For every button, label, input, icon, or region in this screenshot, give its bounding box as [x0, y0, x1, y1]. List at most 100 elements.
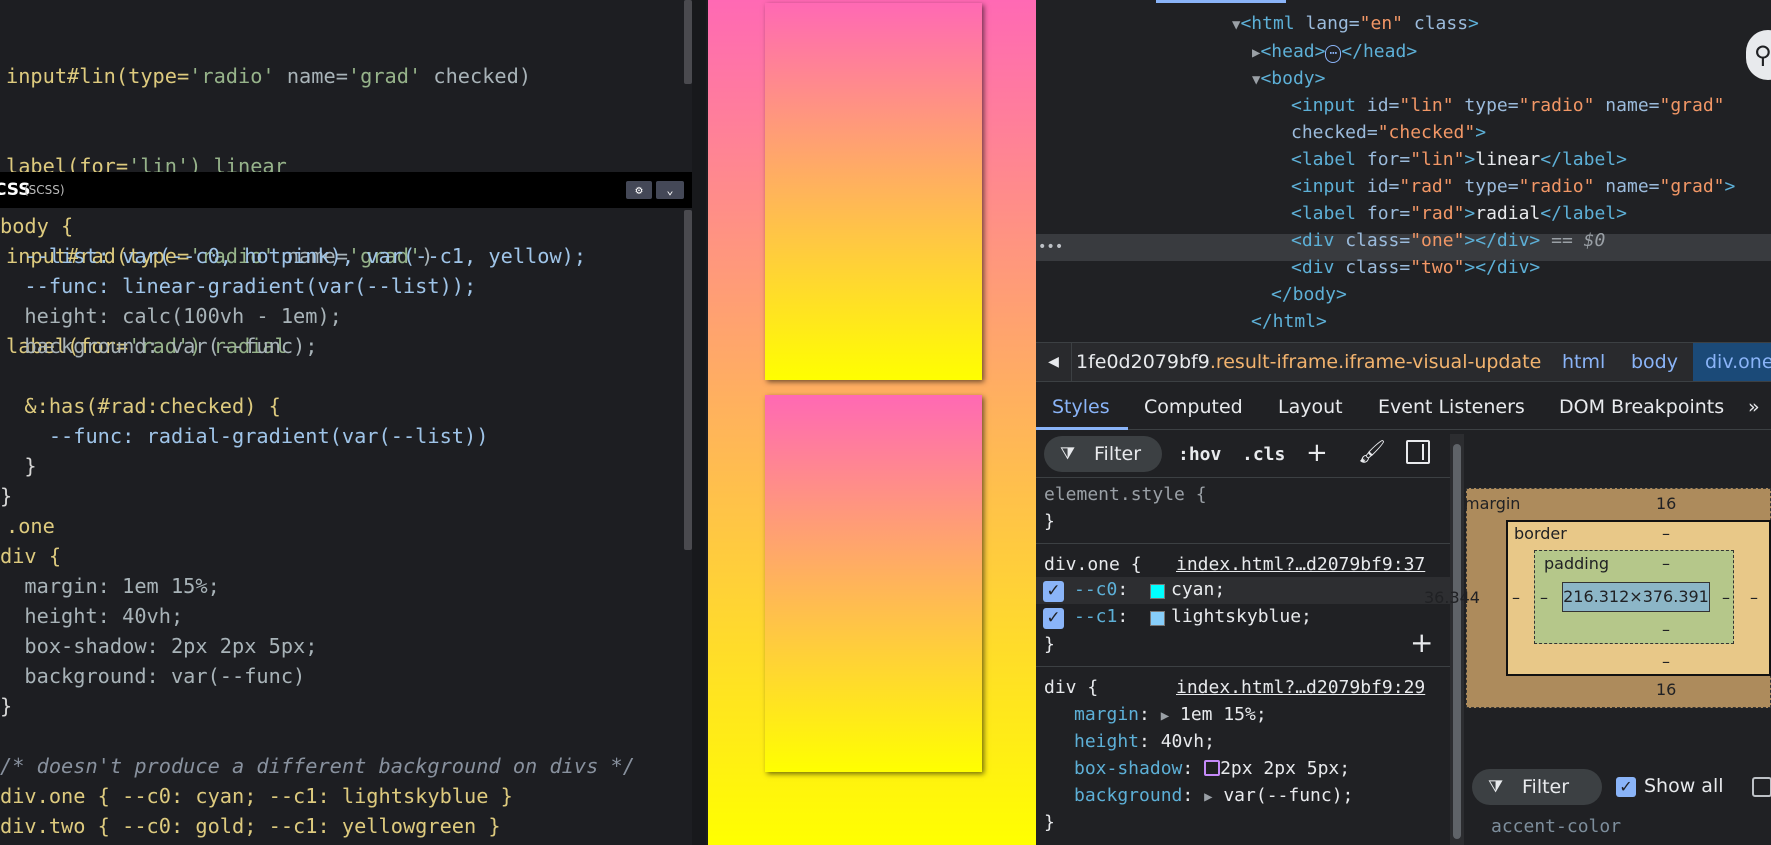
declaration-checkbox[interactable]: ✓: [1043, 608, 1064, 629]
tab-event-listeners[interactable]: Event Listeners: [1378, 396, 1525, 418]
breadcrumb-html[interactable]: html: [1562, 351, 1605, 373]
tab-layout[interactable]: Layout: [1278, 396, 1343, 418]
dom-node-div-one[interactable]: <div class="one"></div> == $0: [1291, 227, 1605, 254]
computed-toolbar: ⧩ Filter ✓ Show all: [1466, 765, 1771, 809]
breadcrumb-body[interactable]: body: [1631, 351, 1678, 373]
dom-node-label-rad[interactable]: <label for="rad">radial</label>: [1291, 200, 1627, 227]
chevron-down-icon[interactable]: ⌄: [656, 181, 684, 199]
padding-left-value[interactable]: –: [1540, 588, 1548, 607]
dom-node-html[interactable]: ▼<html lang="en" class>: [1232, 10, 1479, 39]
pane-resizer[interactable]: [692, 0, 706, 845]
code-line: }: [0, 694, 13, 718]
border-top-value[interactable]: –: [1662, 524, 1670, 543]
dom-node-body[interactable]: ▼<body>: [1252, 65, 1325, 94]
show-all-label: Show all: [1644, 775, 1724, 797]
styles-filter-input[interactable]: ⧩ Filter: [1044, 436, 1162, 472]
source-link[interactable]: index.html?…d2079bf9:29: [1176, 677, 1425, 698]
more-tabs-icon[interactable]: »: [1748, 396, 1760, 418]
paint-brush-icon[interactable]: 🖌︎: [1358, 440, 1386, 465]
add-declaration-icon[interactable]: +: [1410, 626, 1433, 659]
computed-property[interactable]: accent-color: [1491, 816, 1621, 837]
border-bottom-value[interactable]: –: [1662, 652, 1670, 671]
padding-top-value[interactable]: –: [1662, 554, 1670, 573]
scss-scrollbar[interactable]: [684, 210, 692, 550]
show-all-checkbox[interactable]: ✓: [1616, 777, 1636, 797]
breadcrumb-div-one[interactable]: div.one: [1693, 343, 1771, 381]
source-link[interactable]: index.html?…d2079bf9:37: [1176, 554, 1425, 575]
code-line: body {: [0, 214, 74, 238]
dom-node-label-lin[interactable]: <label for="lin">linear</label>: [1291, 146, 1627, 173]
box-model-border-label: border: [1514, 524, 1567, 543]
filter-icon: ⧩: [1060, 444, 1076, 464]
padding-right-value[interactable]: –: [1722, 588, 1730, 607]
code-line: --func: linear-gradient(var(--list));: [0, 274, 477, 298]
declaration-c1-value[interactable]: lightskyblue;: [1171, 606, 1312, 627]
box-model-diagram: margin 16 16 36.344 border – – – – paddi…: [1424, 488, 1771, 708]
color-swatch-lightskyblue[interactable]: [1150, 611, 1165, 626]
code-line: div.two { --c0: gold; --c1: yellowgreen …: [0, 814, 501, 838]
box-model-content[interactable]: 216.312×376.391: [1562, 582, 1710, 612]
color-swatch-cyan[interactable]: [1150, 584, 1165, 599]
margin-bottom-value[interactable]: 16: [1656, 680, 1676, 699]
dom-node-input-lin[interactable]: <input id="lin" type="radio" name="grad": [1291, 92, 1725, 119]
dom-node-input-lin-cont[interactable]: checked="checked">: [1291, 119, 1486, 146]
element-style-rule[interactable]: element.style {: [1044, 484, 1207, 505]
code-line: background: var(--func): [0, 664, 306, 688]
styles-scrollbar[interactable]: [1450, 434, 1464, 845]
declaration-checkbox[interactable]: ✓: [1043, 581, 1064, 602]
divider: [1036, 666, 1450, 667]
code-line: box-shadow: 2px 2px 5px;: [0, 634, 318, 658]
dom-node-body-close[interactable]: </body>: [1271, 281, 1347, 308]
tab-computed[interactable]: Computed: [1144, 396, 1243, 418]
declaration-margin[interactable]: margin: ▶ 1em 15%;: [1074, 704, 1267, 725]
expand-triangle-icon: ▶: [1160, 708, 1170, 724]
chevron-left-icon[interactable]: ◀: [1036, 343, 1072, 381]
dom-node-html-close[interactable]: </html>: [1251, 308, 1327, 335]
code-line: }: [0, 484, 13, 508]
cls-button[interactable]: .cls: [1242, 444, 1285, 465]
code-line: &:has(#rad:checked) {: [0, 394, 281, 418]
code-line: height: 40vh;: [0, 604, 184, 628]
rule-selector-div-one[interactable]: div.one {: [1044, 554, 1142, 575]
styles-pane: element.style { } div.one { index.html?……: [1036, 480, 1450, 845]
sidebar-toggle-icon[interactable]: [1406, 440, 1430, 464]
group-checkbox[interactable]: [1752, 777, 1771, 797]
computed-filter-input[interactable]: ⧩ Filter: [1472, 769, 1602, 805]
code-line: --func: radial-gradient(var(--list)): [0, 424, 489, 448]
breadcrumb-frame[interactable]: 1fe0d2079bf9.result-iframe.iframe-visual…: [1076, 351, 1541, 373]
tab-dom-breakpoints[interactable]: DOM Breakpoints: [1559, 396, 1724, 418]
dom-node-head[interactable]: ▶<head> ⋯ </head>: [1252, 38, 1417, 67]
devtools-pane: ••• ▼<html lang="en" class> ▶<head> ⋯ </he…: [1036, 0, 1771, 845]
div-two-preview: [765, 395, 982, 772]
rule-close: }: [1044, 812, 1055, 833]
hov-button[interactable]: :hov: [1178, 444, 1221, 465]
declaration-c0[interactable]: --c0:: [1074, 579, 1128, 600]
new-rule-icon[interactable]: +: [1306, 438, 1328, 468]
rule-close: }: [1044, 634, 1055, 655]
padding-bottom-value[interactable]: –: [1662, 620, 1670, 639]
margin-top-value[interactable]: 16: [1656, 494, 1676, 513]
pug-scrollbar[interactable]: [684, 0, 692, 84]
border-right-value[interactable]: –: [1750, 588, 1758, 607]
declaration-height[interactable]: height: 40vh;: [1074, 731, 1215, 752]
tab-styles[interactable]: Styles: [1052, 396, 1110, 418]
dom-node-div-two[interactable]: <div class="two"></div>: [1291, 254, 1540, 281]
declaration-background[interactable]: background: ▶ var(--func);: [1074, 785, 1353, 806]
div-one-preview: [765, 3, 982, 380]
margin-left-value[interactable]: 36.344: [1424, 588, 1480, 607]
accessibility-icon[interactable]: ⚲: [1746, 30, 1771, 80]
border-left-value[interactable]: –: [1512, 588, 1520, 607]
code-line: /* doesn't produce a different backgroun…: [0, 754, 635, 778]
declaration-box-shadow[interactable]: box-shadow: 2px 2px 5px;: [1074, 758, 1350, 779]
expand-head-button[interactable]: ⋯: [1325, 45, 1342, 63]
dom-node-input-rad[interactable]: <input id="rad" type="radio" name="grad"…: [1291, 173, 1735, 200]
gear-icon[interactable]: ⚙: [626, 181, 652, 199]
scss-panel-subtitle: (SCSS): [24, 183, 65, 197]
code-line: background: var(--func);: [0, 334, 318, 358]
scss-editor[interactable]: body { --list: var(--c0, hotpink), var(-…: [0, 211, 635, 841]
code-line: --list: var(--c0, hotpink), var(--c1, ye…: [0, 244, 587, 268]
declaration-c1[interactable]: --c1:: [1074, 606, 1128, 627]
declaration-c0-value[interactable]: cyan;: [1171, 579, 1225, 600]
rule-selector-div[interactable]: div {: [1044, 677, 1098, 698]
